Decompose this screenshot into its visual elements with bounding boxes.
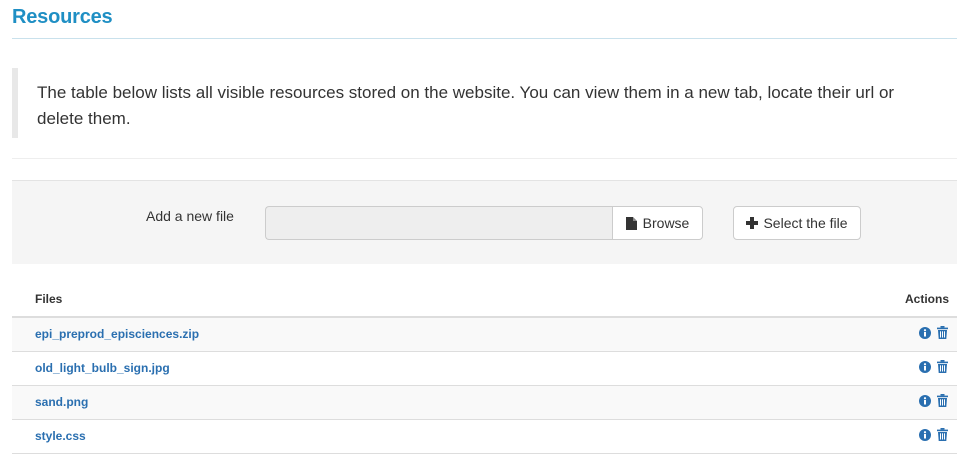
upload-panel: Add a new file Browse Select the file bbox=[12, 180, 957, 264]
browse-label: Browse bbox=[642, 215, 690, 231]
info-icon[interactable] bbox=[919, 394, 931, 410]
table-row: epi_preprod_episciences.zip bbox=[12, 316, 957, 351]
table-row: old_light_bulb_sign.jpg bbox=[12, 350, 957, 385]
trash-icon[interactable] bbox=[937, 428, 948, 444]
resources-page: Resources The table below lists all visi… bbox=[0, 0, 970, 465]
actions-cell bbox=[708, 418, 957, 454]
file-input-group: Browse bbox=[265, 206, 703, 240]
description-text: The table below lists all visible resour… bbox=[37, 83, 895, 128]
info-icon[interactable] bbox=[919, 428, 931, 444]
add-file-label: Add a new file bbox=[146, 208, 234, 224]
trash-icon[interactable] bbox=[937, 360, 948, 376]
table-header-row: Files Actions bbox=[12, 282, 957, 318]
file-link[interactable]: style.css bbox=[35, 429, 86, 443]
actions-cell bbox=[708, 350, 957, 385]
trash-icon[interactable] bbox=[937, 326, 948, 342]
title-divider bbox=[12, 38, 957, 39]
select-file-button[interactable]: Select the file bbox=[733, 206, 861, 240]
info-icon[interactable] bbox=[919, 326, 931, 342]
browse-button[interactable]: Browse bbox=[612, 206, 703, 240]
file-name-cell: sand.png bbox=[12, 384, 709, 419]
file-name-cell: epi_preprod_episciences.zip bbox=[12, 316, 709, 351]
table-row: sand.png bbox=[12, 384, 957, 419]
resources-table: Files Actions epi_preprod_episciences.zi… bbox=[12, 282, 957, 454]
trash-icon[interactable] bbox=[937, 394, 948, 410]
plus-icon bbox=[746, 217, 759, 229]
select-file-label: Select the file bbox=[763, 215, 848, 231]
description-blockquote: The table below lists all visible resour… bbox=[12, 68, 957, 138]
file-name-cell: old_light_bulb_sign.jpg bbox=[12, 350, 709, 385]
page-title: Resources bbox=[12, 6, 113, 28]
file-link[interactable]: sand.png bbox=[35, 395, 88, 409]
table-body: epi_preprod_episciences.zip old_light_bul… bbox=[12, 316, 957, 454]
file-path-field[interactable] bbox=[265, 206, 612, 240]
actions-column-header: Actions bbox=[708, 282, 957, 318]
files-column-header: Files bbox=[12, 282, 709, 318]
file-icon bbox=[625, 216, 637, 230]
file-link[interactable]: epi_preprod_episciences.zip bbox=[35, 327, 199, 341]
table-row: style.css bbox=[12, 418, 957, 454]
file-name-cell: style.css bbox=[12, 418, 709, 454]
file-link[interactable]: old_light_bulb_sign.jpg bbox=[35, 361, 170, 375]
section-divider bbox=[12, 158, 957, 159]
actions-cell bbox=[708, 384, 957, 419]
actions-cell bbox=[708, 316, 957, 351]
info-icon[interactable] bbox=[919, 360, 931, 376]
